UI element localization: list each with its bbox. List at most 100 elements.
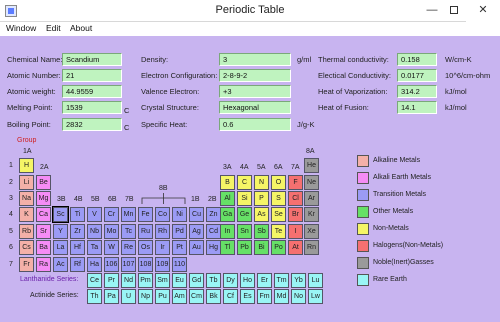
- element-br[interactable]: Br: [288, 207, 303, 222]
- element-am[interactable]: Am: [172, 289, 187, 304]
- element-ca[interactable]: Ca: [36, 207, 51, 222]
- element-nb[interactable]: Nb: [87, 224, 102, 239]
- element-109[interactable]: 109: [155, 257, 170, 272]
- element-sm[interactable]: Sm: [155, 273, 170, 288]
- element-106[interactable]: 106: [104, 257, 119, 272]
- density-field[interactable]: 3: [219, 53, 291, 66]
- element-ce[interactable]: Ce: [87, 273, 102, 288]
- element-mn[interactable]: Mn: [121, 207, 136, 222]
- menu-about[interactable]: About: [70, 23, 92, 33]
- element-cf[interactable]: Cf: [223, 289, 238, 304]
- element-f[interactable]: F: [288, 175, 303, 190]
- element-kr[interactable]: Kr: [304, 207, 319, 222]
- element-re[interactable]: Re: [121, 240, 136, 255]
- element-rf[interactable]: Rf: [70, 257, 85, 272]
- element-tb[interactable]: Tb: [206, 273, 221, 288]
- element-ho[interactable]: Ho: [240, 273, 255, 288]
- valence-electron-field[interactable]: +3: [219, 85, 291, 98]
- element-te[interactable]: Te: [271, 224, 286, 239]
- close-button[interactable]: ✕: [466, 0, 500, 22]
- element-bk[interactable]: Bk: [206, 289, 221, 304]
- element-pt[interactable]: Pt: [172, 240, 187, 255]
- element-ac[interactable]: Ac: [53, 257, 68, 272]
- element-pr[interactable]: Pr: [104, 273, 119, 288]
- element-107[interactable]: 107: [121, 257, 136, 272]
- element-ti[interactable]: Ti: [70, 207, 85, 222]
- element-pm[interactable]: Pm: [138, 273, 153, 288]
- element-hf[interactable]: Hf: [70, 240, 85, 255]
- element-s[interactable]: S: [271, 191, 286, 206]
- element-i[interactable]: I: [288, 224, 303, 239]
- element-sn[interactable]: Sn: [237, 224, 252, 239]
- crystal-structure-field[interactable]: Hexagonal: [219, 101, 291, 114]
- element-ba[interactable]: Ba: [36, 240, 51, 255]
- element-k[interactable]: K: [19, 207, 34, 222]
- element-ne[interactable]: Ne: [304, 175, 319, 190]
- element-pb[interactable]: Pb: [237, 240, 252, 255]
- heat-of-fusion-field[interactable]: 14.1: [397, 101, 437, 114]
- element-cs[interactable]: Cs: [19, 240, 34, 255]
- element-rh[interactable]: Rh: [155, 224, 170, 239]
- element-ir[interactable]: Ir: [155, 240, 170, 255]
- electical-conductivity-field[interactable]: 0.0177: [397, 69, 437, 82]
- element-n[interactable]: N: [254, 175, 269, 190]
- element-no[interactable]: No: [291, 289, 306, 304]
- element-si[interactable]: Si: [237, 191, 252, 206]
- element-nd[interactable]: Nd: [121, 273, 136, 288]
- element-ta[interactable]: Ta: [87, 240, 102, 255]
- element-lu[interactable]: Lu: [308, 273, 323, 288]
- melting-point-field[interactable]: 1539: [62, 101, 122, 114]
- element-zr[interactable]: Zr: [70, 224, 85, 239]
- element-ag[interactable]: Ag: [189, 224, 204, 239]
- element-bi[interactable]: Bi: [254, 240, 269, 255]
- element-se[interactable]: Se: [271, 207, 286, 222]
- element-cl[interactable]: Cl: [288, 191, 303, 206]
- element-sc[interactable]: Sc: [52, 206, 69, 223]
- element-yb[interactable]: Yb: [291, 273, 306, 288]
- element-fe[interactable]: Fe: [138, 207, 153, 222]
- element-cu[interactable]: Cu: [189, 207, 204, 222]
- element-cd[interactable]: Cd: [206, 224, 221, 239]
- element-mo[interactable]: Mo: [104, 224, 119, 239]
- element-au[interactable]: Au: [189, 240, 204, 255]
- element-at[interactable]: At: [288, 240, 303, 255]
- element-ru[interactable]: Ru: [138, 224, 153, 239]
- element-gd[interactable]: Gd: [189, 273, 204, 288]
- element-fm[interactable]: Fm: [257, 289, 272, 304]
- menu-edit[interactable]: Edit: [46, 23, 61, 33]
- element-as[interactable]: As: [254, 207, 269, 222]
- chemical-name-field[interactable]: Scandium: [62, 53, 122, 66]
- element-he[interactable]: He: [304, 158, 319, 173]
- element-th[interactable]: Th: [87, 289, 102, 304]
- element-es[interactable]: Es: [240, 289, 255, 304]
- element-la[interactable]: La: [53, 240, 68, 255]
- element-sr[interactable]: Sr: [36, 224, 51, 239]
- element-np[interactable]: Np: [138, 289, 153, 304]
- element-po[interactable]: Po: [271, 240, 286, 255]
- menu-window[interactable]: Window: [6, 23, 36, 33]
- element-u[interactable]: U: [121, 289, 136, 304]
- element-ni[interactable]: Ni: [172, 207, 187, 222]
- minimize-button[interactable]: —: [421, 0, 443, 22]
- element-lw[interactable]: Lw: [308, 289, 323, 304]
- element-co[interactable]: Co: [155, 207, 170, 222]
- element-110[interactable]: 110: [172, 257, 187, 272]
- element-be[interactable]: Be: [36, 175, 51, 190]
- element-tl[interactable]: Tl: [220, 240, 235, 255]
- element-fr[interactable]: Fr: [19, 257, 34, 272]
- heat-of-vaporization-field[interactable]: 314.2: [397, 85, 437, 98]
- element-sb[interactable]: Sb: [254, 224, 269, 239]
- element-li[interactable]: Li: [19, 175, 34, 190]
- element-na[interactable]: Na: [19, 191, 34, 206]
- element-tm[interactable]: Tm: [274, 273, 289, 288]
- element-pd[interactable]: Pd: [172, 224, 187, 239]
- electron-configuration-field[interactable]: 2-8-9-2: [219, 69, 291, 82]
- element-zn[interactable]: Zn: [206, 207, 221, 222]
- element-ar[interactable]: Ar: [304, 191, 319, 206]
- element-er[interactable]: Er: [257, 273, 272, 288]
- element-cr[interactable]: Cr: [104, 207, 119, 222]
- element-dy[interactable]: Dy: [223, 273, 238, 288]
- atomic-weight-field[interactable]: 44.9559: [62, 85, 122, 98]
- element-os[interactable]: Os: [138, 240, 153, 255]
- element-ge[interactable]: Ge: [237, 207, 252, 222]
